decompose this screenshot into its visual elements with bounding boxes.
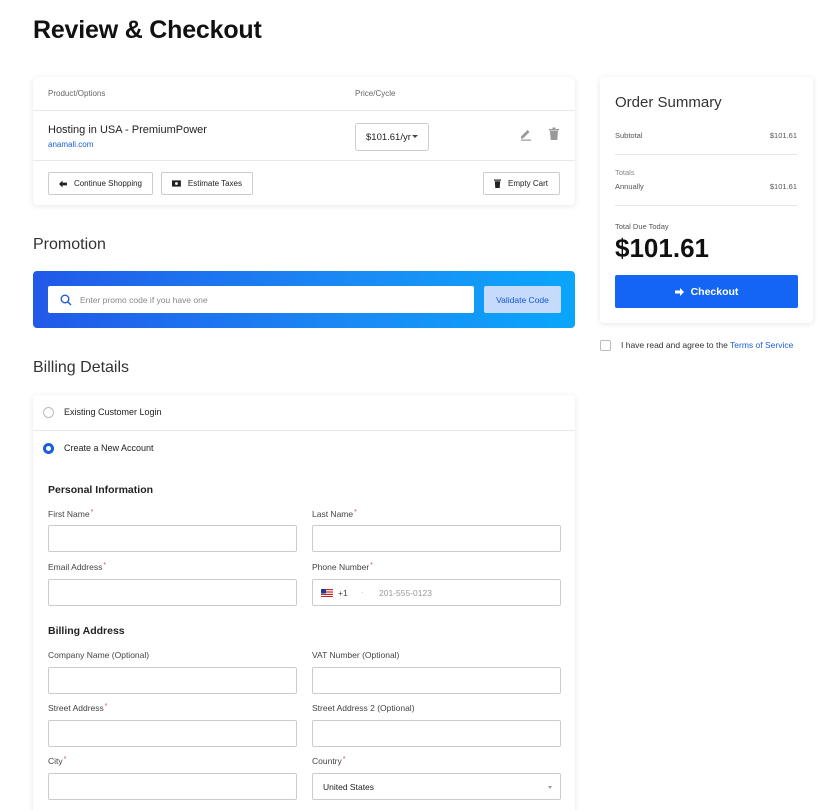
page-title: Review & Checkout [33,16,262,44]
terms-text: I have read and agree to the Terms of Se… [621,340,793,350]
cart-card: Product/Options Price/Cycle Hosting in U… [33,77,575,205]
arrow-right-icon [674,287,684,296]
summary-divider [615,205,797,206]
street-address-field[interactable] [48,720,297,747]
city-label: City* [48,756,67,766]
trash-icon[interactable] [548,127,560,141]
annually-value: $101.61 [769,182,797,191]
continue-shopping-label: Continue Shopping [73,179,142,188]
first-name-label: First Name* [48,509,94,519]
vat-number-label: VAT Number (Optional) [312,650,400,660]
total-due-value: $101.61 [615,233,709,263]
order-summary-title: Order Summary [615,94,722,111]
subtotal-value: $101.61 [769,131,797,140]
cart-item-row: Hosting in USA - PremiumPower anamali.co… [33,111,575,161]
last-name-label: Last Name* [312,509,357,519]
country-select[interactable]: United States [312,773,561,800]
product-name: Hosting in USA - PremiumPower [48,124,207,136]
street-address-2-field[interactable] [312,720,561,747]
phone-label: Phone Number* [312,562,373,572]
billing-cycle-value: $101.61/yr [366,132,411,143]
first-name-field[interactable] [48,525,297,552]
create-account-label: Create a New Account [64,443,154,453]
chevron-down-icon [548,786,552,789]
vat-number-field[interactable] [312,667,561,694]
annually-row: Annually $101.61 [615,182,797,191]
money-icon [172,180,181,187]
chevron-down-icon [412,135,418,138]
column-header-product: Product/Options [48,89,106,98]
checkout-label: Checkout [690,285,739,298]
arrow-left-icon [59,179,67,188]
phone-separator: · [361,588,364,597]
empty-cart-label: Empty Cart [508,179,549,188]
phone-field[interactable]: +1 · 201-555-0123 [312,579,561,606]
edit-icon[interactable] [519,127,533,141]
subtotal-row: Subtotal $101.61 [615,131,797,140]
summary-divider [615,154,797,155]
existing-customer-radio[interactable] [43,407,54,418]
cart-header: Product/Options Price/Cycle [33,77,575,111]
us-flag-icon [321,589,333,597]
totals-label: Totals [615,168,635,177]
promotion-title: Promotion [33,236,106,253]
product-domain-link[interactable]: anamali.com [48,140,93,149]
total-due-label: Total Due Today [615,222,669,231]
subtotal-label: Subtotal [615,131,643,140]
phone-country-code[interactable]: +1 [338,588,348,598]
promo-code-placeholder: Enter promo code if you have one [80,295,208,305]
last-name-field[interactable] [312,525,561,552]
annually-label: Annually [615,182,644,191]
billing-cycle-select[interactable]: $101.61/yr [355,123,429,151]
search-icon [60,294,72,306]
email-field[interactable] [48,579,297,606]
email-label: Email Address* [48,562,107,572]
personal-information-title: Personal Information [48,484,154,496]
column-header-price: Price/Cycle [355,89,396,98]
empty-cart-button[interactable]: Empty Cart [483,172,560,195]
street-address-label: Street Address* [48,703,108,713]
billing-details-title: Billing Details [33,359,130,376]
company-name-field[interactable] [48,667,297,694]
trash-icon [494,179,501,188]
terms-checkbox[interactable] [600,340,611,351]
company-name-label: Company Name (Optional) [48,650,150,660]
promo-panel: Enter promo code if you have one Validat… [33,271,575,328]
checkout-button[interactable]: Checkout [615,275,798,308]
street-address-2-label: Street Address 2 (Optional) [312,703,415,713]
estimate-taxes-button[interactable]: Estimate Taxes [161,172,253,195]
terms-label: I have read and agree to the [621,340,728,350]
validate-code-button[interactable]: Validate Code [484,286,561,313]
create-account-radio[interactable] [43,443,54,454]
country-value: United States [323,782,375,792]
existing-customer-option[interactable]: Existing Customer Login [33,395,575,431]
cart-actions: Continue Shopping Estimate Taxes Empty C… [33,161,575,205]
promo-code-input[interactable]: Enter promo code if you have one [48,286,474,313]
terms-of-service-link[interactable]: Terms of Service [730,340,793,350]
country-label: Country* [312,756,346,766]
create-account-option[interactable]: Create a New Account [33,431,575,467]
city-field[interactable] [48,773,297,800]
existing-customer-label: Existing Customer Login [64,407,162,417]
estimate-taxes-label: Estimate Taxes [187,179,242,188]
billing-address-title: Billing Address [48,625,125,637]
phone-placeholder: 201-555-0123 [379,588,432,598]
continue-shopping-button[interactable]: Continue Shopping [48,172,153,195]
order-summary-card: Order Summary Subtotal $101.61 Totals An… [600,77,813,323]
billing-card: Existing Customer Login Create a New Acc… [33,395,575,810]
